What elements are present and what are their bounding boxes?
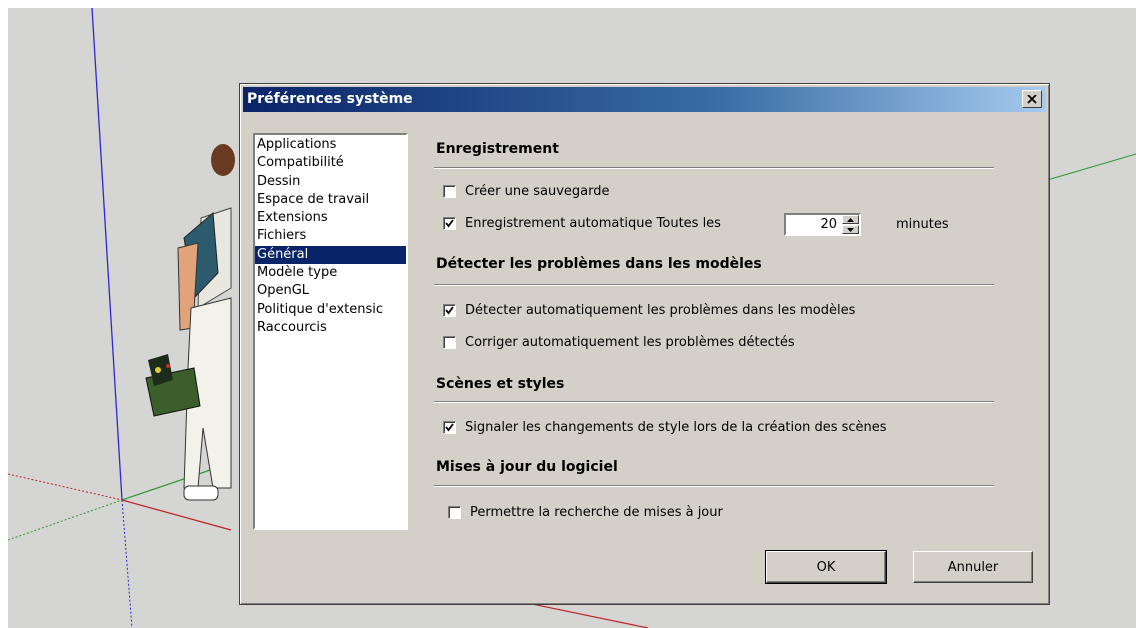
category-item-files[interactable]: Fichiers — [255, 227, 406, 245]
minutes-unit-label: minutes — [896, 217, 949, 232]
auto-detect-label: Détecter automatiquement les problèmes d… — [465, 303, 856, 318]
checkmark-icon — [445, 306, 454, 315]
create-backup-checkbox[interactable] — [443, 185, 456, 198]
blue-axis — [91, 8, 123, 501]
arrow-down-icon — [847, 227, 854, 232]
green-axis-right — [1043, 153, 1136, 182]
blue-axis-hidden — [121, 499, 133, 628]
allow-updates-checkbox[interactable] — [448, 506, 461, 519]
autosave-checkbox[interactable] — [443, 217, 456, 230]
category-item-opengl[interactable]: OpenGL — [255, 282, 406, 300]
auto-fix-row[interactable]: Corriger automatiquement les problèmes d… — [443, 335, 795, 350]
arrow-up-icon — [847, 217, 854, 222]
category-item-extension-policy[interactable]: Politique d'extensic — [255, 301, 406, 319]
close-icon — [1027, 94, 1037, 104]
autosave-row[interactable]: Enregistrement automatique Toutes les — [443, 216, 721, 231]
auto-fix-label: Corriger automatiquement les problèmes d… — [465, 335, 795, 350]
section-divider — [434, 485, 994, 487]
category-list[interactable]: Applications Compatibilité Dessin Espace… — [253, 133, 408, 530]
title-bar[interactable]: Préférences système — [243, 87, 1046, 112]
ok-button[interactable]: OK — [765, 550, 887, 584]
autosave-minutes-value: 20 — [820, 217, 837, 232]
section-title-problems: Détecter les problèmes dans les modèles — [436, 256, 762, 272]
create-backup-label: Créer une sauvegarde — [465, 184, 610, 199]
section-divider — [434, 401, 994, 403]
auto-detect-row[interactable]: Détecter automatiquement les problèmes d… — [443, 303, 855, 318]
checkmark-icon — [445, 219, 454, 228]
spinner-down-button[interactable] — [842, 225, 859, 234]
create-backup-row[interactable]: Créer une sauvegarde — [443, 184, 609, 199]
modeling-viewport[interactable]: Préférences système Applications Compati… — [8, 8, 1136, 628]
auto-detect-checkbox[interactable] — [443, 304, 456, 317]
auto-fix-checkbox[interactable] — [443, 336, 456, 349]
section-title-updates: Mises à jour du logiciel — [436, 459, 618, 475]
red-axis-hidden — [8, 473, 123, 501]
category-item-shortcuts[interactable]: Raccourcis — [255, 319, 406, 337]
category-item-applications[interactable]: Applications — [255, 136, 406, 154]
close-button[interactable] — [1022, 90, 1042, 108]
dialog-title: Préférences système — [247, 91, 413, 107]
category-item-extensions[interactable]: Extensions — [255, 209, 406, 227]
section-title-saving: Enregistrement — [436, 141, 559, 157]
person-figure — [145, 144, 235, 501]
red-axis — [121, 499, 232, 531]
autosave-minutes-input[interactable]: 20 — [784, 213, 861, 236]
category-item-general[interactable]: Général — [255, 245, 406, 265]
category-item-compatibility[interactable]: Compatibilité — [255, 154, 406, 172]
cancel-button[interactable]: Annuler — [913, 551, 1033, 583]
warn-style-label: Signaler les changements de style lors d… — [465, 420, 887, 435]
warn-style-row[interactable]: Signaler les changements de style lors d… — [443, 420, 887, 435]
warn-style-checkbox[interactable] — [443, 421, 456, 434]
preferences-dialog: Préférences système Applications Compati… — [239, 83, 1050, 605]
section-divider — [434, 284, 994, 286]
section-title-scenes: Scènes et styles — [436, 376, 565, 392]
autosave-label: Enregistrement automatique Toutes les — [465, 216, 721, 231]
spinner-up-button[interactable] — [842, 215, 859, 224]
category-item-template[interactable]: Modèle type — [255, 264, 406, 282]
allow-updates-row[interactable]: Permettre la recherche de mises à jour — [448, 505, 723, 520]
section-divider — [434, 167, 994, 169]
allow-updates-label: Permettre la recherche de mises à jour — [470, 505, 723, 520]
checkmark-icon — [445, 423, 454, 432]
category-item-workspace[interactable]: Espace de travail — [255, 191, 406, 209]
category-item-drawing[interactable]: Dessin — [255, 173, 406, 191]
green-axis-hidden — [8, 499, 123, 541]
minutes-spinner[interactable] — [842, 215, 859, 234]
